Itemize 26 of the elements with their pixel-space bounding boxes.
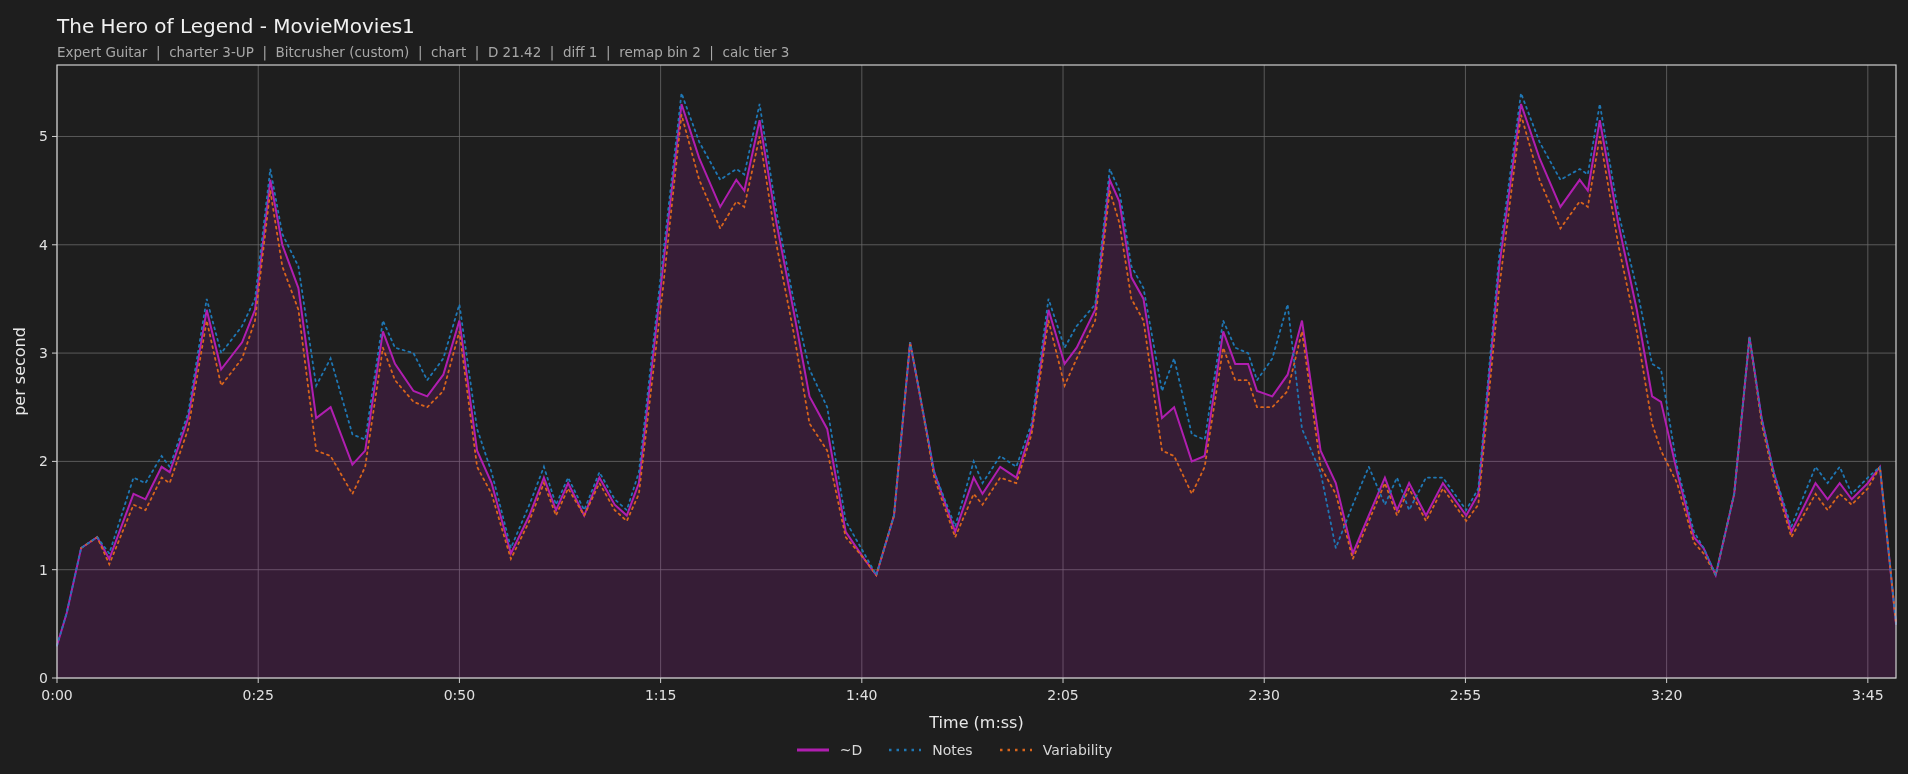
y-tick-label: 0 [39, 670, 48, 686]
legend-label: ~D [839, 740, 863, 760]
chart-title: The Hero of Legend - MovieMovies1 [57, 13, 415, 40]
chart-subtitle: Expert Guitar | charter 3-UP | Bitcrusher (custom) | chart | D 21.42 | diff 1 | remap bin 2 | calc tier 3 [57, 43, 790, 62]
x-tick-label: 3:20 [1650, 687, 1683, 703]
legend-swatch-icon [888, 748, 923, 752]
x-tick-label: 3:45 [1852, 687, 1884, 703]
x-tick-label: 2:05 [1047, 687, 1079, 703]
x-tick-label: 1:40 [846, 687, 878, 703]
x-axis-label: Time (m:ss) [929, 713, 1024, 732]
y-axis-label: per second [10, 327, 29, 416]
x-tick-label: 1:15 [644, 687, 677, 703]
x-tick-label: 2:30 [1248, 687, 1280, 703]
x-tick-label: 0:00 [41, 687, 73, 703]
x-tick-label: 2:55 [1449, 687, 1482, 703]
legend-label: Notes [932, 740, 973, 760]
y-tick-label: 3 [39, 345, 48, 362]
x-tick-label: 0:25 [242, 687, 274, 703]
legend-swatch-icon [795, 748, 830, 752]
y-tick-label: 1 [39, 561, 48, 578]
x-tick-label: 0:50 [443, 687, 476, 703]
legend-label: Variability [1042, 740, 1113, 760]
legend-swatch-icon [998, 748, 1033, 752]
y-tick-label: 2 [39, 453, 48, 470]
y-tick-label: 4 [39, 236, 48, 253]
y-tick-label: 5 [39, 128, 48, 145]
